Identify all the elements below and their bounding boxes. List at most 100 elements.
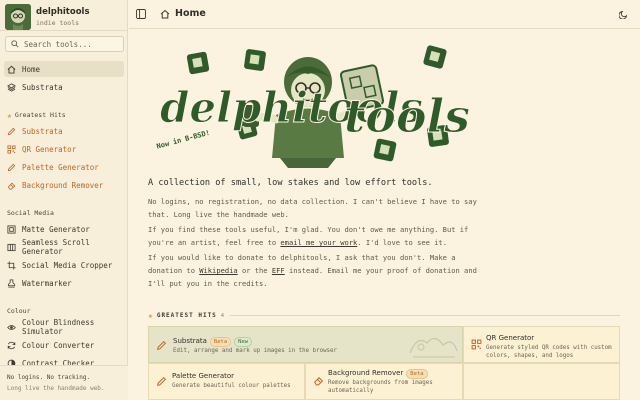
star-icon: ★ [148, 311, 153, 320]
sidebar-toggle-icon[interactable] [136, 9, 146, 19]
sidebar-item-label: Palette Generator [22, 162, 99, 172]
pencil-icon [7, 163, 16, 171]
footer-line: No logins. No tracking. [7, 374, 91, 381]
eraser-icon [7, 182, 16, 190]
sidebar-item-label: Seamless Scroll Generator [22, 238, 90, 256]
sidebar-item-colour-blindness[interactable]: Colour Blindness Simulator [4, 318, 124, 336]
logo-icon [5, 4, 31, 30]
beta-badge: Beta [406, 369, 428, 379]
sidebar-item-label: Substrata [22, 82, 63, 92]
hero-sticker: Now in B-BSD! [156, 129, 211, 151]
greatest-hits-header: ★ GREATEST HITS 4 [148, 311, 620, 320]
card-description: Generate beautiful colour palettes [172, 383, 291, 389]
card-title: QR Generator [486, 334, 535, 342]
section-heading: ★ Greatest Hits [4, 109, 124, 121]
sidebar-item-label: Background Remover [22, 180, 104, 190]
home-icon [160, 9, 170, 18]
main-headline: A collection of small, low stakes and lo… [148, 178, 433, 188]
email-link[interactable]: email me your work [280, 238, 357, 247]
eraser-icon [314, 377, 324, 386]
card-title: Palette Generator [172, 372, 235, 380]
eye-icon [7, 324, 16, 330]
sidebar-item-label: Matte Generator [22, 224, 90, 234]
frame-icon [7, 224, 16, 234]
qr-icon [7, 144, 16, 154]
sidebar-item-label: Home [22, 64, 41, 74]
sidebar-item-matte-generator[interactable]: Matte Generator [4, 221, 124, 237]
card-title: Background Remover [328, 369, 404, 377]
sidebar-item-palette-generator[interactable]: Palette Generator [4, 159, 124, 175]
artist-paragraph: If you find these tools useful, I'm glad… [148, 223, 478, 249]
refresh-icon [7, 341, 16, 349]
card-title-row: Substrata Beta New [173, 337, 253, 347]
donate-paragraph: If you would like to donate to delphitoo… [148, 251, 478, 290]
moon-icon[interactable] [619, 9, 629, 19]
nav-colour: Colour Colour Blindness Simulator Colour… [4, 305, 124, 373]
tool-card-palette-generator[interactable]: Palette Generator Generate beautiful col… [148, 363, 305, 400]
brand-tagline: indie tools [36, 19, 80, 27]
wikipedia-link[interactable]: Wikipedia [199, 266, 237, 275]
columns-icon [7, 243, 16, 251]
tool-card-empty [463, 363, 620, 400]
qr-icon [471, 339, 482, 350]
card-description: Remove backgrounds from images automatic… [328, 380, 433, 394]
nav-greatest-hits: ★ Greatest Hits Substrata QR Generator P… [4, 109, 124, 195]
sidebar-item-qr-generator[interactable]: QR Generator [4, 141, 124, 157]
sidebar-item-label: Watermarker [22, 278, 72, 288]
substrata-sketch-icon [409, 337, 458, 358]
nav-top: Home Substrata [4, 61, 124, 97]
search-icon [11, 40, 19, 48]
breadcrumb: Home [160, 8, 206, 19]
card-title: Substrata [173, 337, 207, 345]
sidebar-item-social-media-cropper[interactable]: Social Media Cropper [4, 257, 124, 273]
paragraph-text: or the [237, 266, 272, 275]
sidebar-item-substrata-hit[interactable]: Substrata [4, 123, 124, 139]
hero-illustration: delphitools tools Now in B-BSD! [148, 40, 478, 170]
star-icon: ★ [7, 110, 12, 120]
footer-tagline: Long live the handmade web. [7, 385, 105, 392]
intro-paragraph: No logins, no registration, no data coll… [148, 197, 477, 219]
brand[interactable]: delphitools indie tools [5, 4, 90, 30]
sidebar-item-seamless-scroll[interactable]: Seamless Scroll Generator [4, 238, 124, 256]
layers-icon [7, 82, 16, 92]
sidebar-item-label: Colour Converter [22, 340, 95, 350]
sidebar-item-colour-converter[interactable]: Colour Converter [4, 337, 124, 353]
sidebar-item-label: QR Generator [22, 144, 77, 154]
sidebar-item-background-remover[interactable]: Background Remover [4, 177, 124, 193]
sidebar-item-label: Colour Blindness Simulator [22, 318, 95, 336]
stamp-icon [7, 278, 16, 288]
divider [230, 315, 620, 316]
floating-tile-icon [186, 51, 210, 75]
eff-link[interactable]: EFF [272, 266, 285, 275]
tool-card-substrata[interactable]: Substrata Beta New Edit, arrange and mark … [148, 326, 463, 363]
sidebar-item-label: Substrata [22, 126, 63, 136]
svg-text:tools: tools [344, 89, 470, 143]
sidebar-item-watermarker[interactable]: Watermarker [4, 275, 124, 291]
sidebar-item-substrata[interactable]: Substrata [4, 79, 124, 95]
floating-tile-icon [423, 45, 447, 69]
pencil-icon [156, 340, 167, 351]
pencil-icon [7, 127, 16, 135]
card-description: Generate styled QR codes with custom col… [486, 345, 612, 359]
tool-card-qr-generator[interactable]: QR Generator Generate styled QR codes wi… [463, 326, 620, 363]
divider [0, 30, 128, 31]
nav-social-media: Social Media Matte Generator Seamless Sc… [4, 207, 124, 293]
tool-card-background-remover[interactable]: Background Remover Beta Remove background… [305, 363, 463, 400]
search-input[interactable] [24, 39, 114, 49]
section-heading-label: Social Media [7, 209, 54, 217]
section-heading-label: Greatest Hits [14, 111, 66, 119]
brand-name: delphitools [36, 7, 90, 17]
sidebar-footer: No logins. No tracking. Long live the ha… [0, 365, 128, 400]
pencil-icon [156, 376, 167, 387]
section-heading: Colour [4, 305, 124, 317]
page-title: Home [175, 8, 206, 19]
section-heading: Social Media [4, 207, 124, 219]
sidebar-item-home[interactable]: Home [4, 61, 124, 77]
search-box[interactable] [5, 36, 124, 52]
top-bar: Home [129, 0, 640, 29]
tool-cards: Substrata Beta New Edit, arrange and mark … [148, 326, 620, 400]
floating-tile-icon [244, 49, 266, 71]
new-badge: New [234, 337, 253, 347]
card-title-row: Background Remover Beta [328, 369, 428, 379]
greatest-hits-count: 4 [220, 312, 225, 319]
